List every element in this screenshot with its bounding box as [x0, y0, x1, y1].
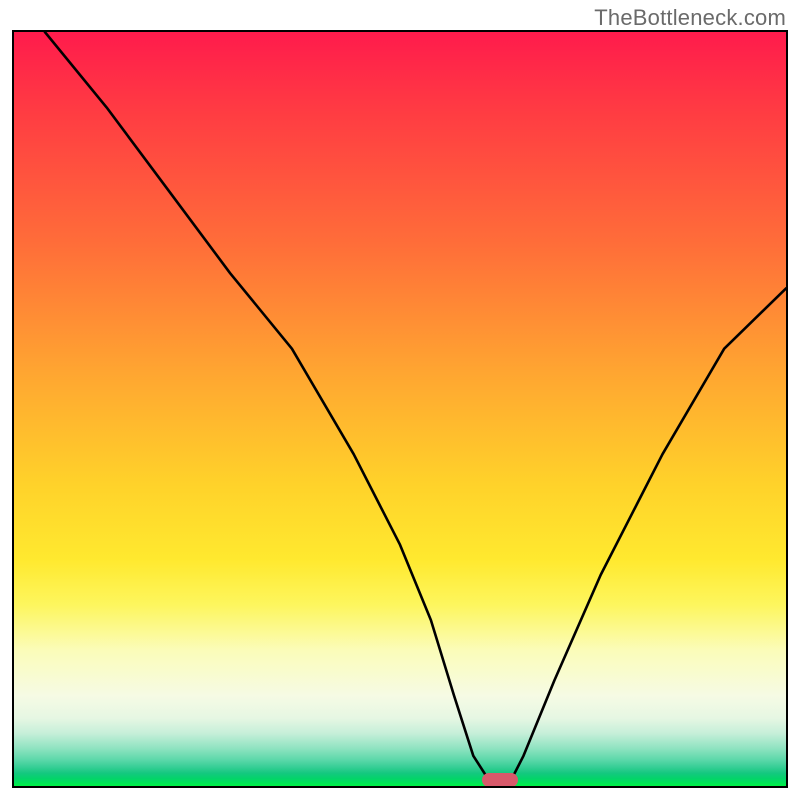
watermark-text: TheBottleneck.com	[594, 5, 786, 31]
optimal-marker	[482, 773, 518, 787]
bottleneck-curve	[14, 32, 786, 786]
chart-frame	[12, 30, 788, 788]
curve-path	[45, 32, 786, 786]
